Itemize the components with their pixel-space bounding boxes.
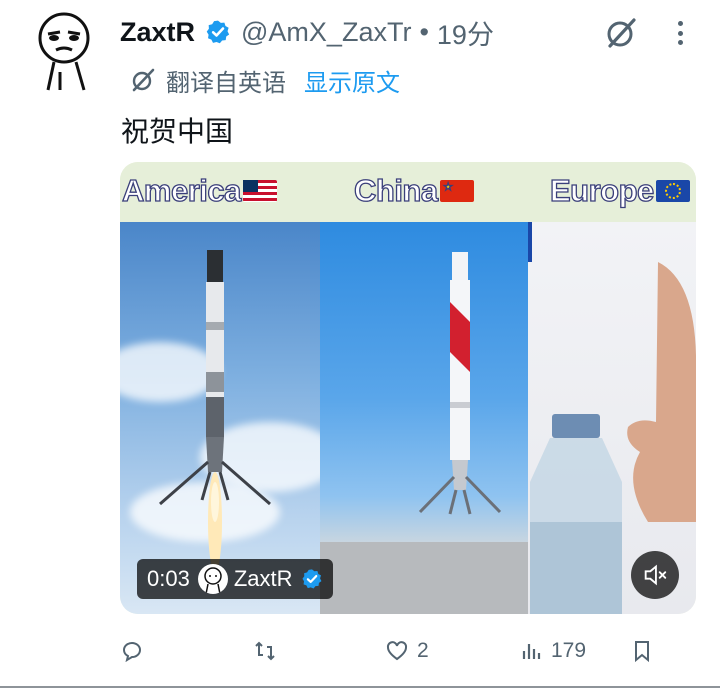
verified-badge-icon <box>301 569 321 589</box>
us-flag-icon <box>242 180 277 202</box>
label-europe: Europe <box>549 172 690 210</box>
video-author-avatar <box>197 564 228 594</box>
doodle-face-icon <box>204 567 222 594</box>
eu-flag-icon <box>655 180 690 202</box>
cn-flag-icon: ★ <box>439 180 474 202</box>
show-original-link[interactable]: 显示原文 <box>304 63 400 98</box>
reply-button[interactable] <box>120 632 152 670</box>
reply-icon <box>122 642 141 663</box>
america-rocket-panel <box>120 222 320 614</box>
view-count: 179 <box>551 639 587 662</box>
comparison-labels-bar: America China ★ Europe <box>120 162 696 222</box>
doodle-face-icon <box>38 12 90 91</box>
label-china: China ★ <box>353 172 474 210</box>
water-bottle-icon <box>528 222 696 614</box>
verified-badge-icon <box>206 20 230 44</box>
like-button[interactable]: 2 <box>385 632 429 670</box>
grok-icon <box>607 18 636 48</box>
views-button[interactable]: 179 <box>519 632 586 670</box>
translation-note: 翻译自英语 <box>166 69 286 97</box>
retweet-button[interactable] <box>253 632 285 670</box>
more-dot-icon <box>677 30 683 36</box>
author-handle[interactable]: @AmX_ZaxTr <box>241 17 411 48</box>
grok-button[interactable] <box>604 16 638 50</box>
more-dot-icon <box>677 40 683 45</box>
tweet-header: ZaxtR @AmX_ZaxTr • 19分 <box>120 14 494 50</box>
bookmark-button[interactable] <box>630 632 654 670</box>
video-author-name: ZaxtR <box>233 566 293 591</box>
heart-icon <box>386 641 408 661</box>
bookmark-icon <box>635 641 649 663</box>
china-rocket-panel <box>320 222 528 614</box>
author-avatar[interactable] <box>34 12 98 92</box>
tweet-action-bar: 2 179 <box>0 632 720 670</box>
video-timestamp: 0:03 <box>147 566 190 591</box>
speaker-muted-icon <box>644 564 667 586</box>
label-america: America <box>121 172 277 210</box>
translation-row: 翻译自英语 显示原文 <box>130 63 400 98</box>
retweet-icon <box>255 641 275 661</box>
tweet-media-video[interactable]: America China ★ Europe <box>120 162 696 614</box>
europe-bottle-panel <box>528 222 696 614</box>
tweet-timestamp[interactable]: 19分 <box>437 13 494 52</box>
chinese-booster-icon <box>320 252 528 614</box>
tweet-text: 祝贺中国 <box>121 116 234 147</box>
falcon-booster-icon <box>159 250 271 572</box>
like-count: 2 <box>417 639 429 662</box>
author-name[interactable]: ZaxtR <box>120 17 195 48</box>
video-info-overlay: 0:03 ZaxtR <box>137 559 333 599</box>
divider-line <box>0 686 720 688</box>
more-dot-icon <box>677 21 683 26</box>
separator-dot: • <box>419 16 429 47</box>
mute-button[interactable] <box>631 551 679 599</box>
more-options-button[interactable] <box>672 18 688 48</box>
bar-chart-icon <box>522 644 541 659</box>
grok-translate-icon <box>132 68 155 92</box>
